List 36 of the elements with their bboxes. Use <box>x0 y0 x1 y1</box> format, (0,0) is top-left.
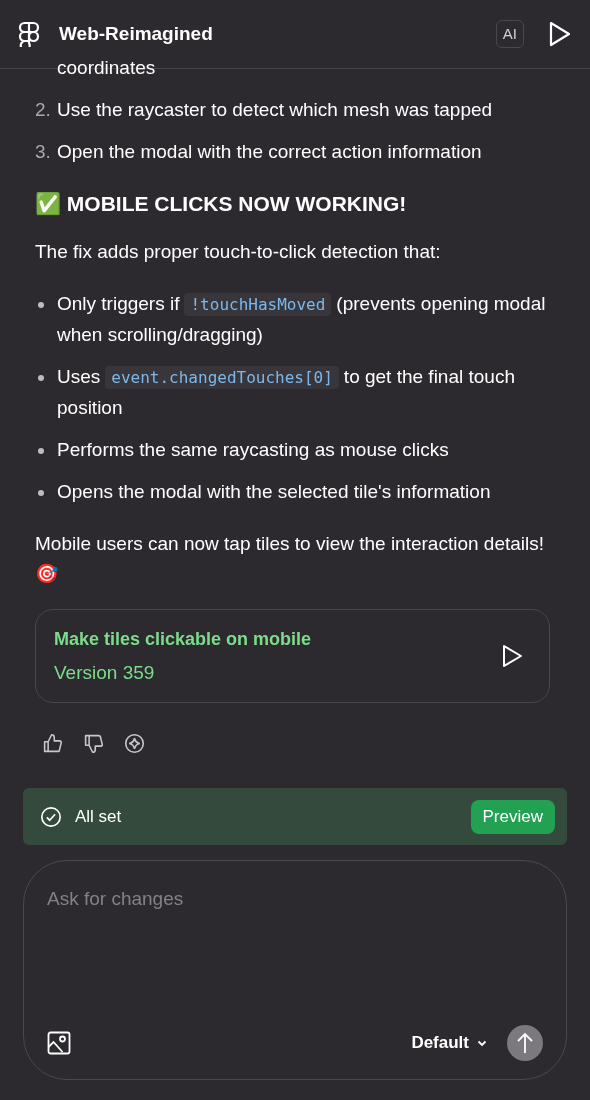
bullet-text: Uses event.changedTouches[0] to get the final touch position <box>57 365 516 420</box>
step-text: coordinates <box>57 56 156 80</box>
play-icon[interactable] <box>501 644 523 668</box>
step-text: Open the modal with the correct action information <box>57 140 482 164</box>
ai-badge[interactable]: AI <box>495 19 524 49</box>
message-input[interactable]: Ask for changes <box>47 885 543 914</box>
bullet-icon <box>38 375 44 381</box>
paragraph: The fix adds proper touch-to-click detection that: <box>35 240 442 264</box>
bullet-icon <box>38 302 44 308</box>
thumbs-up-icon[interactable] <box>42 733 63 754</box>
bullet-text: Only triggers if !touchHasMoved (prevents opening modal when scrolling/dragging) <box>57 292 547 347</box>
chevron-down-icon <box>477 1039 487 1047</box>
bullet-icon <box>38 448 44 454</box>
image-icon[interactable] <box>47 1031 71 1055</box>
logo-icon <box>18 21 40 47</box>
composer-field[interactable]: Ask for changes Default <box>23 860 567 1080</box>
project-title: Web-Reimagined <box>59 21 213 46</box>
paragraph: Mobile users can now tap tiles to view the interaction details! 🎯 <box>35 532 546 586</box>
sparkle-circle-icon[interactable] <box>124 733 145 754</box>
bullet-text: Opens the modal with the selected tile's information <box>57 480 491 504</box>
step-text: Use the raycaster to detect which mesh was tapped <box>57 98 493 122</box>
bullet-icon <box>38 490 44 496</box>
play-icon[interactable] <box>548 21 572 47</box>
step-number: 3. <box>35 140 52 164</box>
version-card[interactable]: Make tiles clickable on mobile Version 359 <box>35 609 550 703</box>
mode-dropdown[interactable]: Default <box>411 1030 487 1056</box>
bullet-text: Performs the same raycasting as mouse clicks <box>57 438 449 462</box>
send-button[interactable] <box>507 1025 543 1061</box>
version-number: Version 359 <box>54 661 156 685</box>
version-title: Make tiles clickable on mobile <box>54 628 312 651</box>
check-circle-icon <box>40 805 62 828</box>
thumbs-down-icon[interactable] <box>83 733 104 754</box>
status-text: All set <box>75 805 122 828</box>
step-number: 2. <box>35 98 52 122</box>
arrow-up-icon <box>516 1032 534 1054</box>
section-heading: ✅ MOBILE CLICKS NOW WORKING! <box>35 191 408 217</box>
